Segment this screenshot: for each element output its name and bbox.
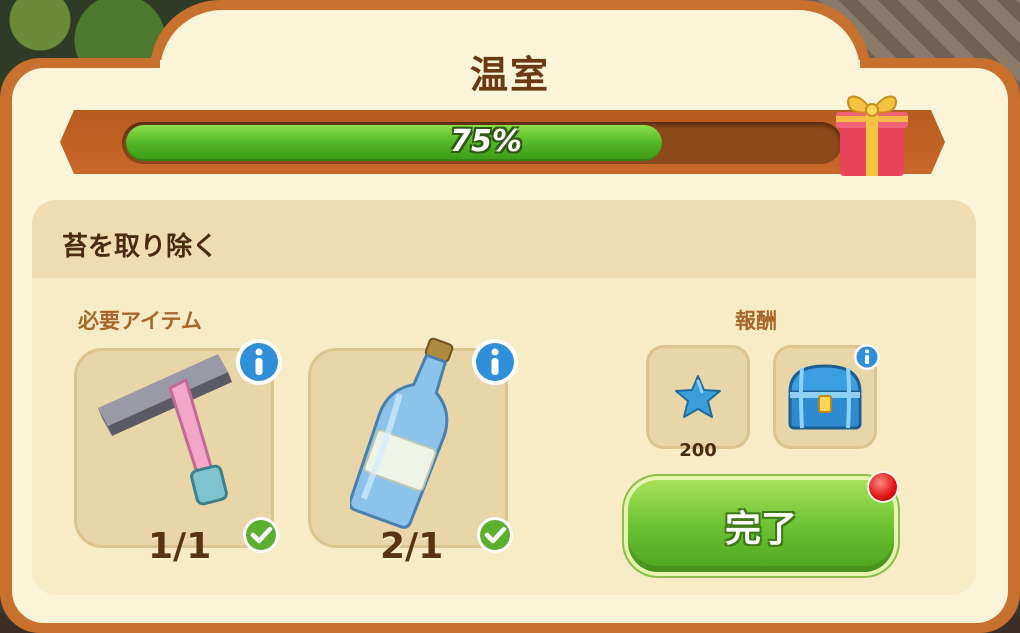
gift-icon[interactable] xyxy=(830,80,914,180)
item-count: 1/1 xyxy=(148,526,212,567)
check-icon xyxy=(243,517,279,553)
check-icon xyxy=(477,517,513,553)
info-icon[interactable] xyxy=(234,337,284,387)
info-icon[interactable] xyxy=(470,337,520,387)
progress-label: 75% xyxy=(450,124,522,159)
complete-button-label: 完了 xyxy=(724,509,797,550)
blue-star-icon xyxy=(675,375,721,418)
task-panel: 温室 75% 苔を取り除く 必要アイテム 報酬 1/1 2/1 200 完了 xyxy=(0,0,1020,633)
item-count: 2/1 xyxy=(380,526,444,567)
info-icon[interactable] xyxy=(853,343,881,371)
notification-dot xyxy=(869,473,897,501)
rewards-label: 報酬 xyxy=(735,309,777,333)
task-header: 苔を取り除く xyxy=(32,200,976,278)
task-title: 苔を取り除く xyxy=(62,232,219,262)
required-items-label: 必要アイテム xyxy=(78,309,202,333)
complete-button[interactable]: 完了 xyxy=(628,480,894,572)
reward-amount: 200 xyxy=(679,440,717,461)
aqua-bottle-icon xyxy=(350,337,454,529)
